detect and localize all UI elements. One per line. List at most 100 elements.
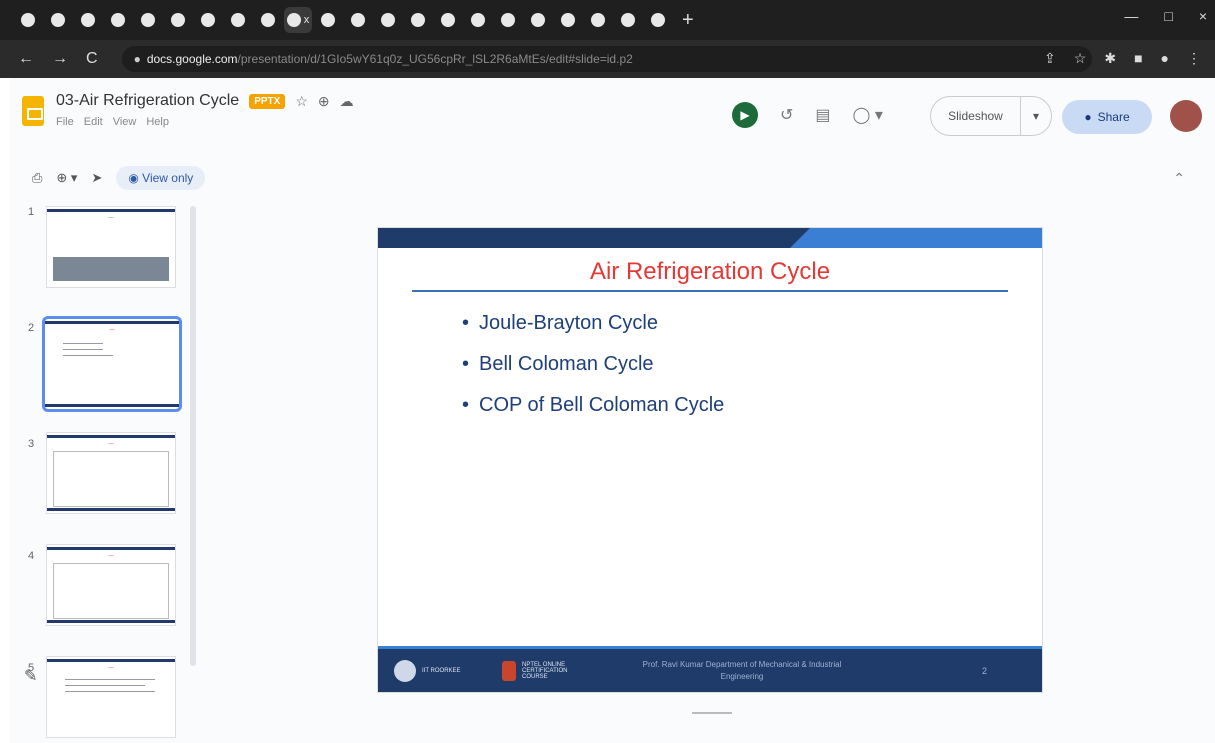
tab-favicon-icon <box>261 13 275 27</box>
doc-title[interactable]: 03-Air Refrigeration Cycle <box>56 92 239 110</box>
browser-tab[interactable] <box>44 7 72 33</box>
slideshow-dropdown-icon[interactable]: ▾ <box>1021 109 1051 123</box>
browser-tab[interactable] <box>434 7 462 33</box>
zoom-icon[interactable]: ⊕ ▾ <box>56 170 77 186</box>
tab-favicon-icon <box>381 13 395 27</box>
extension-icons: ⇪ ☆ ✱ ■ ● ⋮ <box>1044 50 1201 67</box>
tab-favicon-icon <box>111 13 125 27</box>
slide-canvas[interactable]: Air Refrigeration Cycle Joule-Brayton Cy… <box>378 228 1042 692</box>
menu-edit[interactable]: Edit <box>84 116 103 128</box>
minimize-button[interactable]: — <box>1124 8 1138 24</box>
pen-cursor-icon: ✎ <box>24 668 38 685</box>
menu-file[interactable]: File <box>56 116 74 128</box>
select-cursor-icon[interactable]: ➤ <box>91 170 102 186</box>
tab-favicon-icon <box>531 13 545 27</box>
browser-tab[interactable] <box>494 7 522 33</box>
slideshow-button[interactable]: Slideshow <box>931 97 1021 135</box>
slide-thumbnail-2[interactable]: — <box>42 316 182 412</box>
tab-favicon-icon <box>51 13 65 27</box>
cloud-status-icon[interactable]: ☁ <box>340 93 354 110</box>
browser-tab[interactable] <box>314 7 342 33</box>
globe-icon: ● <box>1084 110 1092 124</box>
slides-logo-icon[interactable] <box>22 96 44 126</box>
speaker-notes-handle[interactable] <box>692 712 732 714</box>
browser-tab[interactable] <box>14 7 42 33</box>
meet-icon[interactable]: ▶ <box>732 102 758 128</box>
close-window-button[interactable]: × <box>1199 8 1207 24</box>
tab-favicon-icon <box>501 13 515 27</box>
tab-favicon-icon <box>231 13 245 27</box>
browser-tab[interactable] <box>374 7 402 33</box>
browser-tab[interactable] <box>554 7 582 33</box>
slide-number: 1 <box>28 206 35 218</box>
move-folder-icon[interactable]: ⊕ <box>318 93 330 110</box>
slide-number: 4 <box>28 550 35 562</box>
browser-tab[interactable] <box>644 7 672 33</box>
avatar[interactable] <box>1170 100 1202 132</box>
tab-favicon-icon <box>651 13 665 27</box>
header-icons: ▶ ↺ ▤ ◯ ▾ <box>732 102 883 128</box>
tab-favicon-icon <box>351 13 365 27</box>
window-controls: — □ × <box>1124 8 1207 24</box>
star-icon[interactable]: ☆ <box>295 93 308 110</box>
slide-top-accent <box>790 228 1042 248</box>
forward-arrow-icon[interactable]: → <box>52 50 68 68</box>
browser-tab[interactable]: x <box>284 7 312 33</box>
tab-favicon-icon <box>321 13 335 27</box>
browser-tab[interactable] <box>404 7 432 33</box>
tab-favicon-icon <box>441 13 455 27</box>
reload-icon[interactable]: C <box>86 50 98 68</box>
profile-icon[interactable]: ● <box>1161 50 1169 67</box>
slide-thumbnail-4[interactable]: — <box>46 544 176 626</box>
filmstrip-scrollbar[interactable] <box>190 206 196 666</box>
camera-menu-icon[interactable]: ◯ ▾ <box>853 105 883 125</box>
browser-tab[interactable] <box>164 7 192 33</box>
share-page-icon[interactable]: ⇪ <box>1044 50 1056 67</box>
tab-favicon-icon <box>171 13 185 27</box>
url-path: /presentation/d/1GIo5wY61q0z_UG56cpRr_lS… <box>237 52 633 66</box>
browser-tab[interactable] <box>464 7 492 33</box>
address-bar[interactable]: ● docs.google.com /presentation/d/1GIo5w… <box>121 46 1092 72</box>
extensions-puzzle-icon[interactable]: ✱ <box>1104 50 1116 67</box>
maximize-button[interactable]: □ <box>1164 8 1172 24</box>
tab-favicon-icon <box>411 13 425 27</box>
browser-tab[interactable] <box>134 7 162 33</box>
menu-bar: File Edit View Help <box>56 116 169 128</box>
collapse-chevron-icon[interactable]: ⌃ <box>1173 170 1185 187</box>
share-button[interactable]: ● Share <box>1062 100 1152 134</box>
bookmark-star-icon[interactable]: ☆ <box>1074 50 1087 67</box>
browser-menu-icon[interactable]: ⋮ <box>1187 50 1201 67</box>
tab-favicon-icon <box>286 13 301 27</box>
view-only-button[interactable]: ◉ View only <box>116 166 206 190</box>
menu-help[interactable]: Help <box>146 116 169 128</box>
bullet-item: Joule-Brayton Cycle <box>462 312 724 335</box>
share-label: Share <box>1097 110 1130 124</box>
history-icon[interactable]: ↺ <box>780 105 793 125</box>
slide-thumbnail-5[interactable]: — <box>46 656 176 738</box>
browser-tab[interactable] <box>344 7 372 33</box>
browser-tab[interactable] <box>104 7 132 33</box>
menu-view[interactable]: View <box>113 116 137 128</box>
slide-title: Air Refrigeration Cycle <box>589 258 831 285</box>
browser-tab[interactable] <box>194 7 222 33</box>
back-arrow-icon[interactable]: ← <box>18 50 34 68</box>
footer-text: Prof. Ravi Kumar Department of Mechanica… <box>642 659 842 681</box>
view-only-label: View only <box>142 171 194 185</box>
browser-tab[interactable] <box>524 7 552 33</box>
slide-thumbnail-1[interactable]: — <box>46 206 176 288</box>
browser-toolbar: ← → C ● docs.google.com /presentation/d/… <box>0 40 1215 78</box>
browser-tab[interactable] <box>614 7 642 33</box>
browser-tab[interactable] <box>584 7 612 33</box>
print-icon[interactable]: ⎙ <box>32 170 42 186</box>
browser-tab[interactable] <box>224 7 252 33</box>
browser-tab[interactable] <box>254 7 282 33</box>
slide-thumbnail-3[interactable]: — <box>46 432 176 514</box>
iit-logo-icon <box>394 659 416 682</box>
browser-tab[interactable] <box>74 7 102 33</box>
new-tab-button[interactable]: + <box>682 9 694 32</box>
comments-icon[interactable]: ▤ <box>815 105 830 125</box>
lock-icon: ● <box>133 52 141 66</box>
browser-tab-bar: x + <box>0 0 1215 40</box>
sidepanel-icon[interactable]: ■ <box>1134 50 1142 67</box>
close-tab-icon[interactable]: x <box>304 14 310 26</box>
